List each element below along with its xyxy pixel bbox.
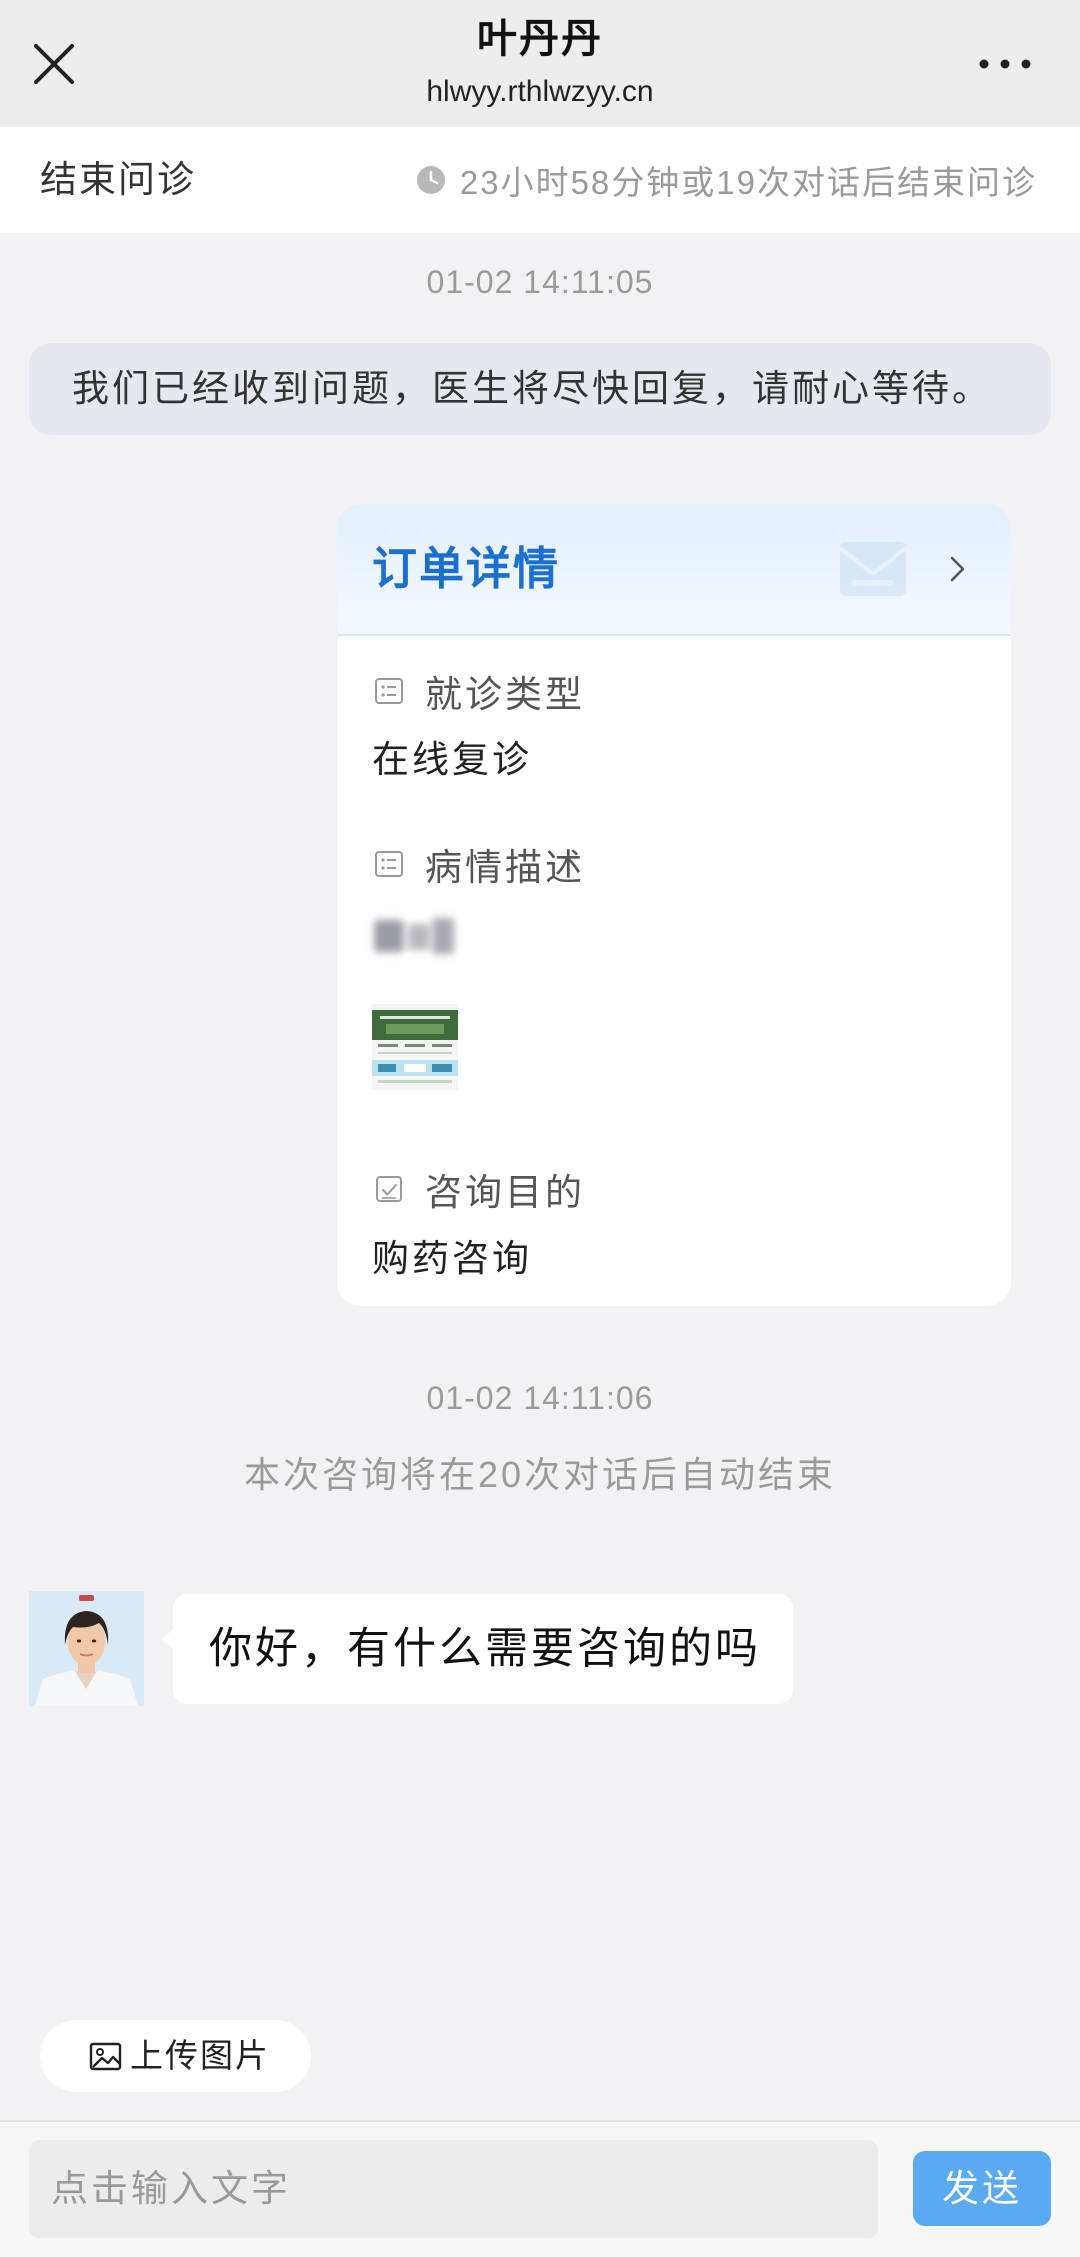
checkbox-icon [376,1176,402,1202]
condition-description-label: 病情描述 [374,842,585,888]
send-button-label: 发送 [942,2168,1022,2209]
auto-end-notice: 本次咨询将在20次对话后自动结束 [243,1454,837,1495]
top-navigation-bar: 叶丹丹 hlwyy.rthlwzyy.cn [0,0,1080,127]
consultation-purpose-value: 购药咨询 [372,1238,532,1279]
condition-photo-thumbnail[interactable] [372,1004,458,1090]
list-icon [375,678,403,704]
list-icon [375,851,403,877]
clock-icon [416,166,445,194]
consultation-purpose-label: 咨询目的 [374,1167,585,1213]
more-icon[interactable] [974,44,1036,84]
order-card-title: 订单详情 [372,543,561,594]
page-title: 叶丹丹 [477,17,603,61]
remaining-time-text: 23小时58分钟或19次对话后结束问诊 [459,164,1037,201]
remaining-time-info: 23小时58分钟或19次对话后结束问诊 [416,127,1037,233]
order-details-card[interactable]: 订单详情 就诊类型 在线复诊 病情描述 咨询目的 购药咨询 [337,504,1011,1306]
field-label-text: 咨询目的 [425,1172,585,1213]
message-timestamp: 01-02 14:11:06 [426,1380,654,1416]
doctor-avatar[interactable] [29,1591,144,1706]
envelope-icon [838,542,908,596]
doctor-message-text: 你好，有什么需要咨询的吗 [209,1625,761,1673]
message-input[interactable] [29,2140,878,2238]
system-message: 我们已经收到问题，医生将尽快回复，请耐心等待。 [29,343,1051,435]
upload-image-button[interactable]: 上传图片 [40,2020,311,2092]
order-card-header: 订单详情 [337,504,1011,636]
visit-type-label: 就诊类型 [374,669,585,715]
end-consultation-button[interactable]: 结束问诊 [40,127,196,233]
doctor-message-bubble: 你好，有什么需要咨询的吗 [173,1594,793,1704]
page-domain: hlwyy.rthlwzyy.cn [426,75,654,108]
consultation-status-bar: 结束问诊 23小时58分钟或19次对话后结束问诊 [0,127,1080,233]
blurred-description-text [372,914,456,958]
more-button[interactable] [974,44,1036,84]
visit-type-value: 在线复诊 [372,739,532,780]
image-icon [89,2042,122,2071]
upload-image-label: 上传图片 [130,2037,270,2074]
system-message-text: 我们已经收到问题，医生将尽快回复，请耐心等待。 [72,368,992,409]
field-label-text: 病情描述 [425,847,585,888]
send-button[interactable]: 发送 [913,2151,1051,2226]
message-timestamp: 01-02 14:11:05 [426,264,654,300]
field-label-text: 就诊类型 [425,674,585,715]
chevron-right-icon[interactable] [942,554,972,584]
